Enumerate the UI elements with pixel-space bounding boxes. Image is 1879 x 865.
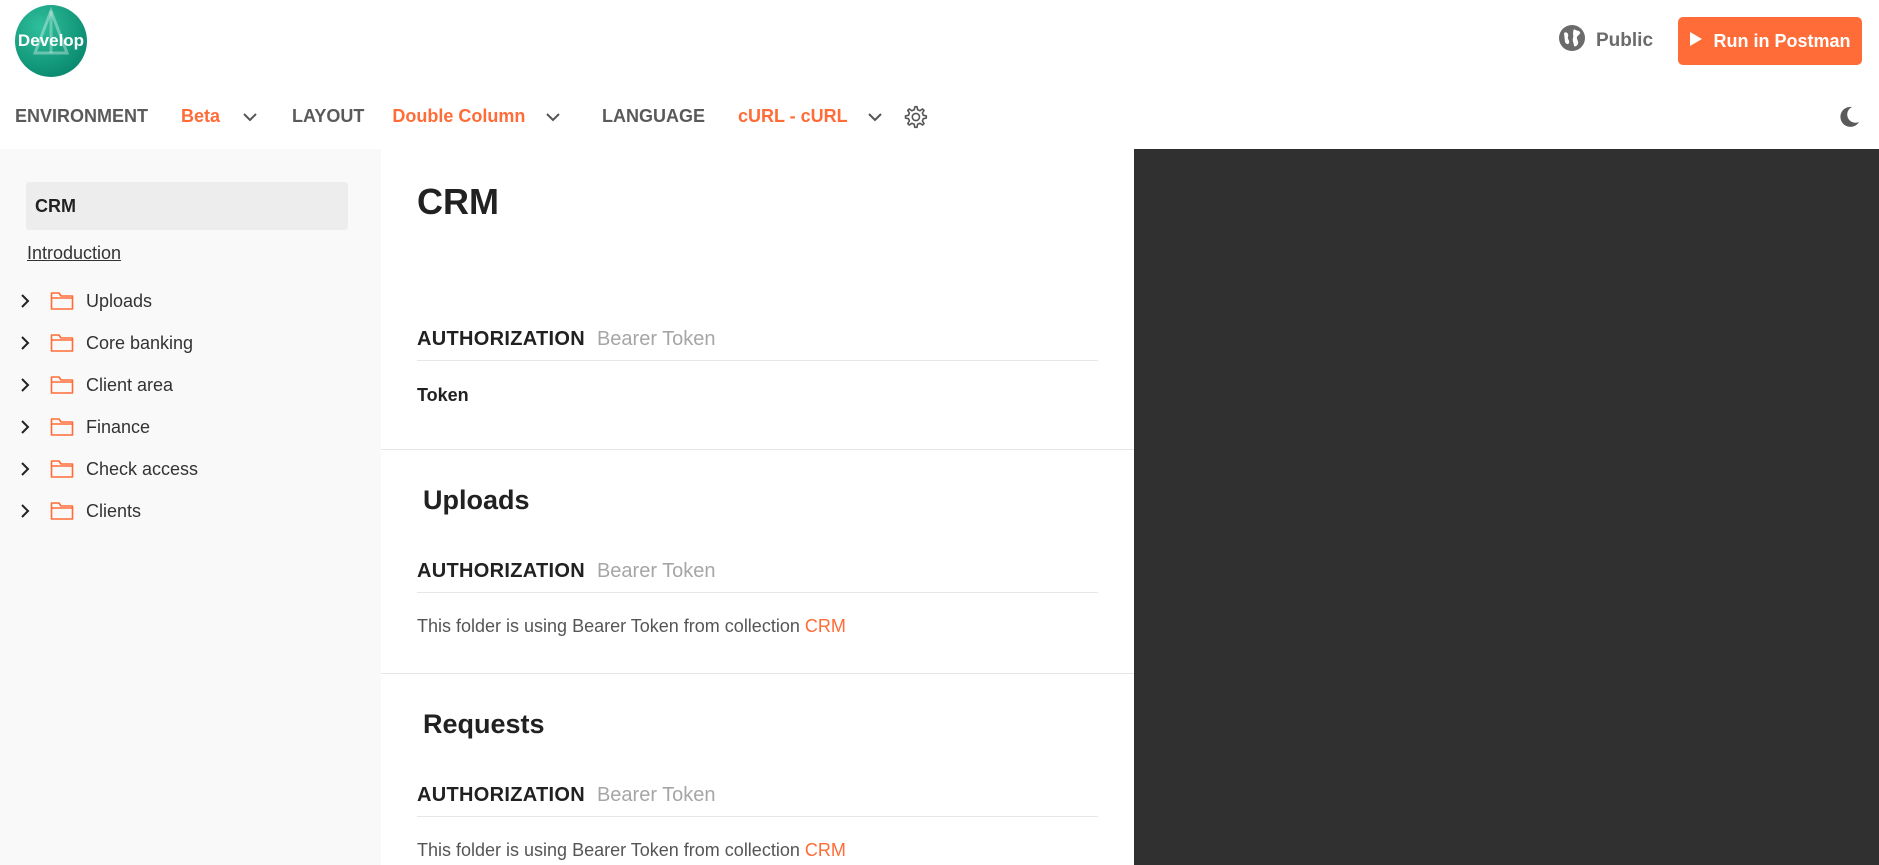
sidebar-folder-label: Check access xyxy=(86,458,199,479)
sidebar-folder-clients[interactable]: Clients xyxy=(20,490,360,532)
authorization-key: AUTHORIZATION xyxy=(417,328,585,350)
run-in-postman-button[interactable]: Run in Postman xyxy=(1678,17,1862,65)
section-title-requests: Requests xyxy=(423,709,545,739)
layout-select[interactable]: Double Column xyxy=(392,106,561,127)
section-divider xyxy=(381,673,1134,674)
environment-label: ENVIRONMENT xyxy=(15,106,149,126)
settings-button[interactable] xyxy=(902,104,928,135)
folder-icon xyxy=(50,332,74,354)
sidebar-folder-client-area[interactable]: Client area xyxy=(20,364,360,406)
chevron-right-icon[interactable] xyxy=(20,377,36,393)
gear-icon xyxy=(902,104,928,135)
collection-header[interactable]: CRM xyxy=(26,182,348,230)
uploads-authorization-row: AUTHORIZATION Bearer Token xyxy=(417,551,1098,593)
introduction-link[interactable]: Introduction xyxy=(27,243,121,264)
authorization-key: AUTHORIZATION xyxy=(417,560,585,582)
sidebar: CRM Introduction Uploads Core banking Cl… xyxy=(0,149,381,865)
environment-value: Beta xyxy=(181,106,221,126)
authorization-type: Bearer Token xyxy=(596,784,716,806)
visibility-label: Public xyxy=(1596,30,1654,51)
layout-control: LAYOUT Double Column xyxy=(292,106,561,127)
visibility-indicator[interactable]: Public xyxy=(1558,24,1653,58)
sidebar-folder-label: Clients xyxy=(86,500,142,521)
sidebar-folder-label: Client area xyxy=(86,374,174,395)
documentation-content: CRM AUTHORIZATION Bearer Token Token Upl… xyxy=(381,149,1134,865)
folder-list: Uploads Core banking Client area Finance… xyxy=(20,280,360,532)
collection-link[interactable]: CRM xyxy=(805,616,846,636)
folder-icon xyxy=(50,416,74,438)
layout-label: LAYOUT xyxy=(292,106,365,126)
workspace-logo[interactable]: Develop xyxy=(15,5,87,77)
language-control: LANGUAGE cURL - cURL xyxy=(602,106,883,127)
chevron-down-icon xyxy=(868,106,883,127)
folder-icon xyxy=(50,458,74,480)
chevron-right-icon[interactable] xyxy=(20,461,36,477)
logo-text: Develop xyxy=(17,31,85,50)
chevron-down-icon xyxy=(243,106,257,127)
chevron-right-icon[interactable] xyxy=(20,293,36,309)
chevron-down-icon xyxy=(546,106,561,127)
section-divider xyxy=(381,449,1134,450)
sidebar-folder-label: Uploads xyxy=(86,290,153,311)
chevron-right-icon[interactable] xyxy=(20,335,36,351)
layout-value: Double Column xyxy=(392,106,526,126)
globe-icon xyxy=(1558,24,1586,58)
folder-icon xyxy=(50,290,74,312)
top-header: Develop Public Run in Postman xyxy=(0,0,1879,80)
chevron-right-icon[interactable] xyxy=(20,503,36,519)
theme-toggle[interactable] xyxy=(1837,105,1861,134)
sidebar-folder-label: Finance xyxy=(86,416,151,437)
folder-icon xyxy=(50,500,74,522)
collection-link[interactable]: CRM xyxy=(805,840,846,860)
language-label: LANGUAGE xyxy=(602,106,705,126)
sidebar-folder-uploads[interactable]: Uploads xyxy=(20,280,360,322)
folder-icon xyxy=(50,374,74,396)
run-in-postman-label: Run in Postman xyxy=(1713,30,1851,51)
code-sample-panel xyxy=(1134,149,1879,865)
chevron-right-icon[interactable] xyxy=(20,419,36,435)
sidebar-folder-check-access[interactable]: Check access xyxy=(20,448,360,490)
sidebar-folder-finance[interactable]: Finance xyxy=(20,406,360,448)
sidebar-folder-label: Core banking xyxy=(86,332,194,353)
token-label: Token xyxy=(417,385,469,405)
environment-control: ENVIRONMENT Beta xyxy=(15,106,257,127)
collection-authorization-row: AUTHORIZATION Bearer Token xyxy=(417,319,1098,361)
documentation-toolbar: ENVIRONMENT Beta LAYOUT Double Column LA… xyxy=(0,98,1879,138)
environment-select[interactable]: Beta xyxy=(181,106,257,127)
moon-icon xyxy=(1837,105,1861,134)
auth-note-text: This folder is using Bearer Token from c… xyxy=(417,840,805,860)
requests-auth-note: This folder is using Bearer Token from c… xyxy=(417,840,846,861)
authorization-type: Bearer Token xyxy=(596,560,716,582)
language-value: cURL - cURL xyxy=(738,106,848,126)
sidebar-folder-core-banking[interactable]: Core banking xyxy=(20,322,360,364)
play-icon xyxy=(1689,31,1703,52)
section-title-uploads: Uploads xyxy=(423,485,530,515)
authorization-key: AUTHORIZATION xyxy=(417,784,585,806)
language-select[interactable]: cURL - cURL xyxy=(738,106,883,127)
uploads-auth-note: This folder is using Bearer Token from c… xyxy=(417,616,846,637)
requests-authorization-row: AUTHORIZATION Bearer Token xyxy=(417,775,1098,817)
authorization-type: Bearer Token xyxy=(596,328,716,350)
page-title: CRM xyxy=(417,181,499,222)
auth-note-text: This folder is using Bearer Token from c… xyxy=(417,616,805,636)
